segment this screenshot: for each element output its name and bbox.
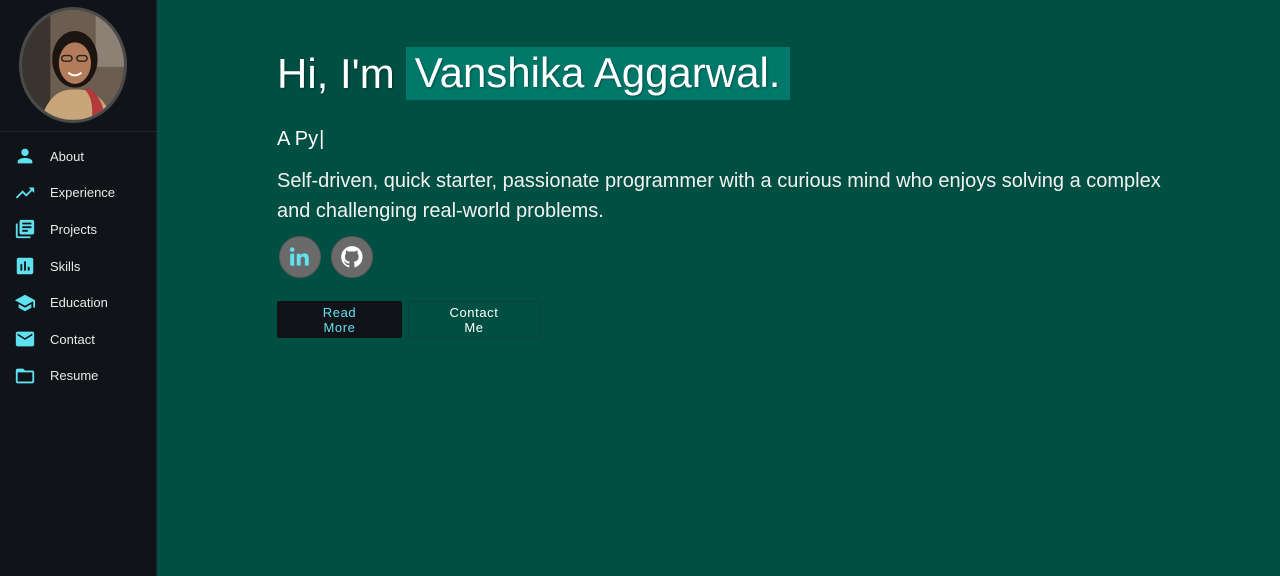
sidebar-item-label: About (50, 148, 84, 164)
read-more-button[interactable]: Read More (277, 301, 402, 338)
sidebar: About Experience Projects Skills Educati… (0, 0, 157, 576)
folder-icon (14, 365, 36, 387)
sidebar-divider (0, 131, 157, 132)
sidebar-item-label: Contact (50, 331, 95, 347)
typed-text: A Py (277, 128, 319, 150)
sidebar-nav: About Experience Projects Skills Educati… (0, 138, 157, 394)
sidebar-item-experience[interactable]: Experience (0, 175, 157, 212)
main-content: Hi, I'm Vanshika Aggarwal. A Py| Self-dr… (157, 0, 1280, 576)
hero-greeting: Hi, I'm (277, 49, 395, 97)
typed-role: A Py| (277, 128, 324, 151)
github-icon (341, 246, 363, 268)
mail-icon (14, 328, 36, 350)
sidebar-item-label: Projects (50, 221, 97, 237)
hero-bio: Self-driven, quick starter, passionate p… (277, 170, 1161, 222)
person-icon (14, 145, 36, 167)
social-links (279, 236, 373, 278)
hero-name: Vanshika Aggarwal. (405, 47, 791, 100)
sidebar-item-contact[interactable]: Contact (0, 321, 157, 358)
contact-me-button[interactable]: Contact Me (408, 301, 540, 338)
sidebar-item-resume[interactable]: Resume (0, 358, 157, 395)
linkedin-icon (289, 247, 309, 266)
sidebar-item-education[interactable]: Education (0, 284, 157, 321)
avatar-photo (22, 10, 124, 120)
github-link[interactable] (331, 236, 373, 278)
avatar (19, 7, 127, 123)
hero-headline: Hi, I'm Vanshika Aggarwal. (277, 47, 791, 100)
library-books-icon (14, 218, 36, 240)
sidebar-item-skills[interactable]: Skills (0, 248, 157, 285)
bar-chart-icon (14, 255, 36, 277)
sidebar-item-label: Education (50, 295, 108, 311)
school-icon (14, 292, 36, 314)
sidebar-item-label: Experience (50, 185, 116, 201)
sidebar-item-label: Resume (50, 368, 99, 384)
sidebar-item-about[interactable]: About (0, 138, 157, 175)
sidebar-item-label: Skills (50, 258, 81, 274)
trending-up-icon (14, 182, 36, 204)
hero-actions: Read More Contact Me (277, 301, 540, 338)
linkedin-link[interactable] (279, 236, 321, 278)
typing-cursor: | (319, 128, 325, 150)
sidebar-item-projects[interactable]: Projects (0, 211, 157, 248)
